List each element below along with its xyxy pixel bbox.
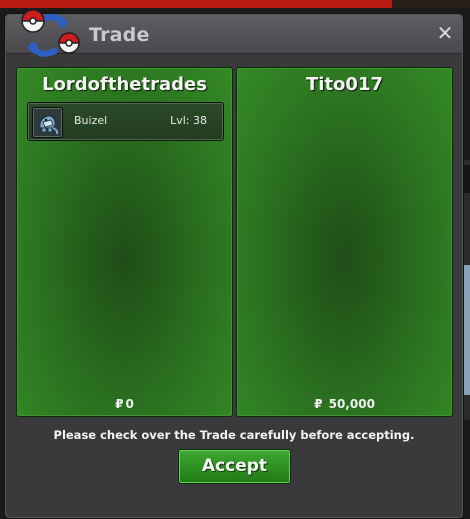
right-money-value: 50,000 xyxy=(328,397,375,411)
background-top-bar-dark xyxy=(392,0,470,8)
item-level: Lvl: 38 xyxy=(170,114,207,127)
currency-symbol: ₽ xyxy=(314,397,323,411)
left-money-value: 0 xyxy=(125,397,134,411)
item-name: Buizel xyxy=(74,114,108,127)
left-money: ₽0 xyxy=(17,397,232,411)
close-button[interactable]: ✕ xyxy=(434,22,456,44)
right-trade-panel: Tito017 ₽ 50,000 xyxy=(236,67,453,417)
buizel-icon xyxy=(32,107,63,138)
trade-logo-icon xyxy=(21,9,80,57)
right-player-name: Tito017 xyxy=(306,74,383,95)
left-trade-panel: Lordofthetrades Buizel Lvl: 38 ₽0 xyxy=(16,67,233,417)
trade-notice: Please check over the Trade carefully be… xyxy=(53,428,415,442)
trade-window: Trade ✕ Lordofthetrades Buizel Lvl: 38 ₽… xyxy=(4,9,464,519)
currency-symbol: ₽ xyxy=(115,397,124,411)
window-title: Trade xyxy=(89,24,150,46)
left-player-name: Lordofthetrades xyxy=(42,74,207,95)
trade-item-slot[interactable]: Buizel Lvl: 38 xyxy=(27,102,224,141)
accept-button[interactable]: Accept xyxy=(178,449,291,484)
right-money: ₽ 50,000 xyxy=(237,397,452,411)
